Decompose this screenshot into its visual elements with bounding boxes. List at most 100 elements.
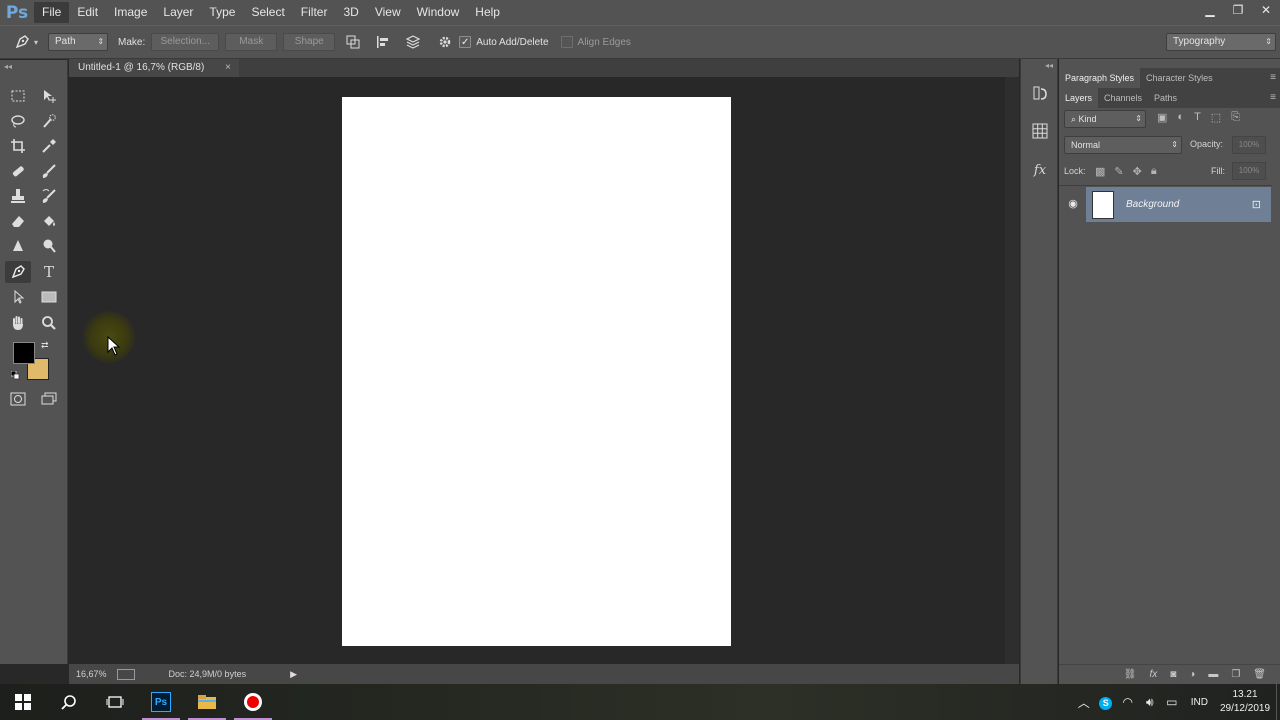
rectangle-tool-icon[interactable] (36, 286, 62, 308)
adjustment-layer-icon[interactable]: ◑ (1189, 669, 1195, 680)
zoom-tool-icon[interactable] (36, 312, 62, 334)
show-desktop-button[interactable] (1276, 684, 1280, 720)
menu-view[interactable]: View (367, 2, 409, 23)
type-tool-icon[interactable]: T (36, 261, 62, 283)
minimize-button[interactable]: ▁ (1196, 0, 1224, 20)
smart-object-filter-icon[interactable]: ⎘ (1231, 111, 1240, 124)
volume-icon[interactable]: 🔊︎ (1139, 695, 1161, 710)
expand-arrows-icon[interactable]: ◂◂ (1045, 61, 1053, 70)
task-view-icon[interactable] (92, 684, 138, 720)
lasso-tool-icon[interactable] (5, 110, 31, 132)
skype-icon[interactable]: S (1095, 695, 1117, 710)
history-brush-tool-icon[interactable] (36, 185, 62, 207)
quick-selection-tool-icon[interactable] (36, 110, 62, 132)
swap-colors-icon[interactable]: ⇄ (41, 340, 49, 351)
battery-icon[interactable]: ▭ (1161, 695, 1183, 709)
menu-select[interactable]: Select (243, 2, 292, 23)
lock-all-icon[interactable]: 🔒︎ (1151, 165, 1157, 178)
menu-3d[interactable]: 3D (335, 2, 366, 23)
path-selection-tool-icon[interactable] (5, 286, 31, 308)
menu-window[interactable]: Window (409, 2, 468, 23)
menu-edit[interactable]: Edit (69, 2, 106, 23)
screen-recorder-icon[interactable] (230, 684, 276, 720)
close-tab-icon[interactable]: × (225, 59, 231, 77)
restore-button[interactable]: ❐ (1224, 0, 1252, 20)
make-selection-button[interactable]: Selection... (151, 33, 220, 51)
clock[interactable]: 13.21 29/12/2019 (1216, 688, 1274, 716)
visibility-eye-icon[interactable]: ◉ (1060, 187, 1086, 222)
document-canvas[interactable] (342, 97, 731, 646)
swatches-panel-icon[interactable] (1028, 119, 1052, 143)
type-filter-icon[interactable]: T (1194, 111, 1201, 124)
menu-type[interactable]: Type (201, 2, 243, 23)
search-icon[interactable] (46, 684, 92, 720)
path-arrangement-icon[interactable] (401, 30, 425, 54)
pen-tool-preset-icon[interactable] (10, 30, 34, 54)
menu-file[interactable]: File (34, 2, 70, 23)
canvas-workspace[interactable] (69, 77, 1005, 664)
quick-mask-icon[interactable] (5, 388, 31, 410)
tab-channels[interactable]: Channels (1098, 88, 1148, 108)
hand-tool-icon[interactable] (5, 312, 31, 334)
move-tool-icon[interactable] (36, 85, 62, 107)
lock-transparent-icon[interactable]: ▩ (1095, 165, 1105, 178)
fill-input[interactable]: 100% (1232, 162, 1266, 180)
new-group-icon[interactable]: ▬ (1208, 669, 1218, 680)
adjustment-filter-icon[interactable]: ◐ (1177, 111, 1184, 124)
screen-mode-icon[interactable] (36, 388, 62, 410)
eyedropper-tool-icon[interactable] (36, 135, 62, 157)
workspace-select[interactable]: Typography ⇕ (1166, 33, 1276, 51)
path-operations-icon[interactable] (341, 30, 365, 54)
panel-menu-icon[interactable]: ≡ (1270, 68, 1276, 88)
chevron-down-icon[interactable]: ▾ (34, 38, 38, 47)
blur-tool-icon[interactable] (5, 235, 31, 257)
rectangular-marquee-tool-icon[interactable] (5, 85, 31, 107)
menu-layer[interactable]: Layer (155, 2, 201, 23)
align-edges-checkbox[interactable]: Align Edges (560, 36, 631, 48)
new-layer-icon[interactable]: ❐ (1231, 669, 1240, 680)
blend-mode-select[interactable]: Normal ⇕ (1064, 136, 1182, 154)
tab-paragraph-styles[interactable]: Paragraph Styles (1059, 68, 1141, 88)
link-layers-icon[interactable]: ⛓ (1124, 669, 1137, 680)
layer-row-background[interactable]: ◉ Background ⊡ (1060, 187, 1271, 222)
status-menu-arrow-icon[interactable]: ▶ (290, 669, 297, 680)
wifi-icon[interactable]: ◠ (1117, 695, 1139, 709)
tab-layers[interactable]: Layers (1059, 88, 1099, 108)
eraser-tool-icon[interactable] (5, 210, 31, 232)
close-button[interactable]: ✕ (1252, 0, 1280, 20)
crop-tool-icon[interactable] (5, 135, 31, 157)
file-explorer-icon[interactable] (184, 684, 230, 720)
path-alignment-icon[interactable] (371, 30, 395, 54)
default-colors-icon[interactable] (10, 370, 20, 380)
tab-character-styles[interactable]: Character Styles (1140, 68, 1219, 88)
show-hidden-icons-icon[interactable]: ︿ (1073, 694, 1095, 711)
foreground-color-swatch[interactable] (13, 342, 35, 364)
paint-bucket-tool-icon[interactable] (36, 210, 62, 232)
gear-icon[interactable] (433, 30, 457, 54)
language-indicator[interactable]: IND (1191, 697, 1208, 708)
clone-stamp-tool-icon[interactable] (5, 185, 31, 207)
zoom-sync-icon[interactable] (116, 668, 135, 680)
tab-paths[interactable]: Paths (1148, 88, 1183, 108)
pixel-filter-icon[interactable]: ▣ (1157, 111, 1167, 124)
opacity-input[interactable]: 100% (1232, 136, 1266, 154)
dodge-tool-icon[interactable] (36, 235, 62, 257)
pen-tool-icon[interactable] (5, 261, 31, 283)
windows-start-icon[interactable] (0, 684, 46, 720)
history-panel-icon[interactable] (1028, 81, 1052, 105)
zoom-level[interactable]: 16,67% (76, 669, 107, 679)
menu-image[interactable]: Image (106, 2, 155, 23)
auto-add-delete-checkbox[interactable]: ✓ Auto Add/Delete (459, 36, 549, 48)
layer-fx-icon[interactable]: fx (1149, 669, 1157, 680)
make-shape-button[interactable]: Shape (283, 33, 336, 51)
lock-image-icon[interactable]: ✎ (1114, 165, 1123, 178)
styles-fx-panel-icon[interactable]: fx (1028, 158, 1052, 182)
document-tab[interactable]: Untitled-1 @ 16,7% (RGB/8) × (69, 59, 239, 77)
add-mask-icon[interactable]: ◙ (1170, 669, 1176, 680)
shape-filter-icon[interactable]: ⬚ (1211, 111, 1221, 124)
layers-panel-menu-icon[interactable]: ≡ (1270, 88, 1276, 108)
menu-help[interactable]: Help (467, 2, 508, 23)
collapse-arrows-icon[interactable]: ◂◂ (4, 62, 12, 71)
make-mask-button[interactable]: Mask (225, 33, 278, 51)
brush-tool-icon[interactable] (36, 160, 62, 182)
